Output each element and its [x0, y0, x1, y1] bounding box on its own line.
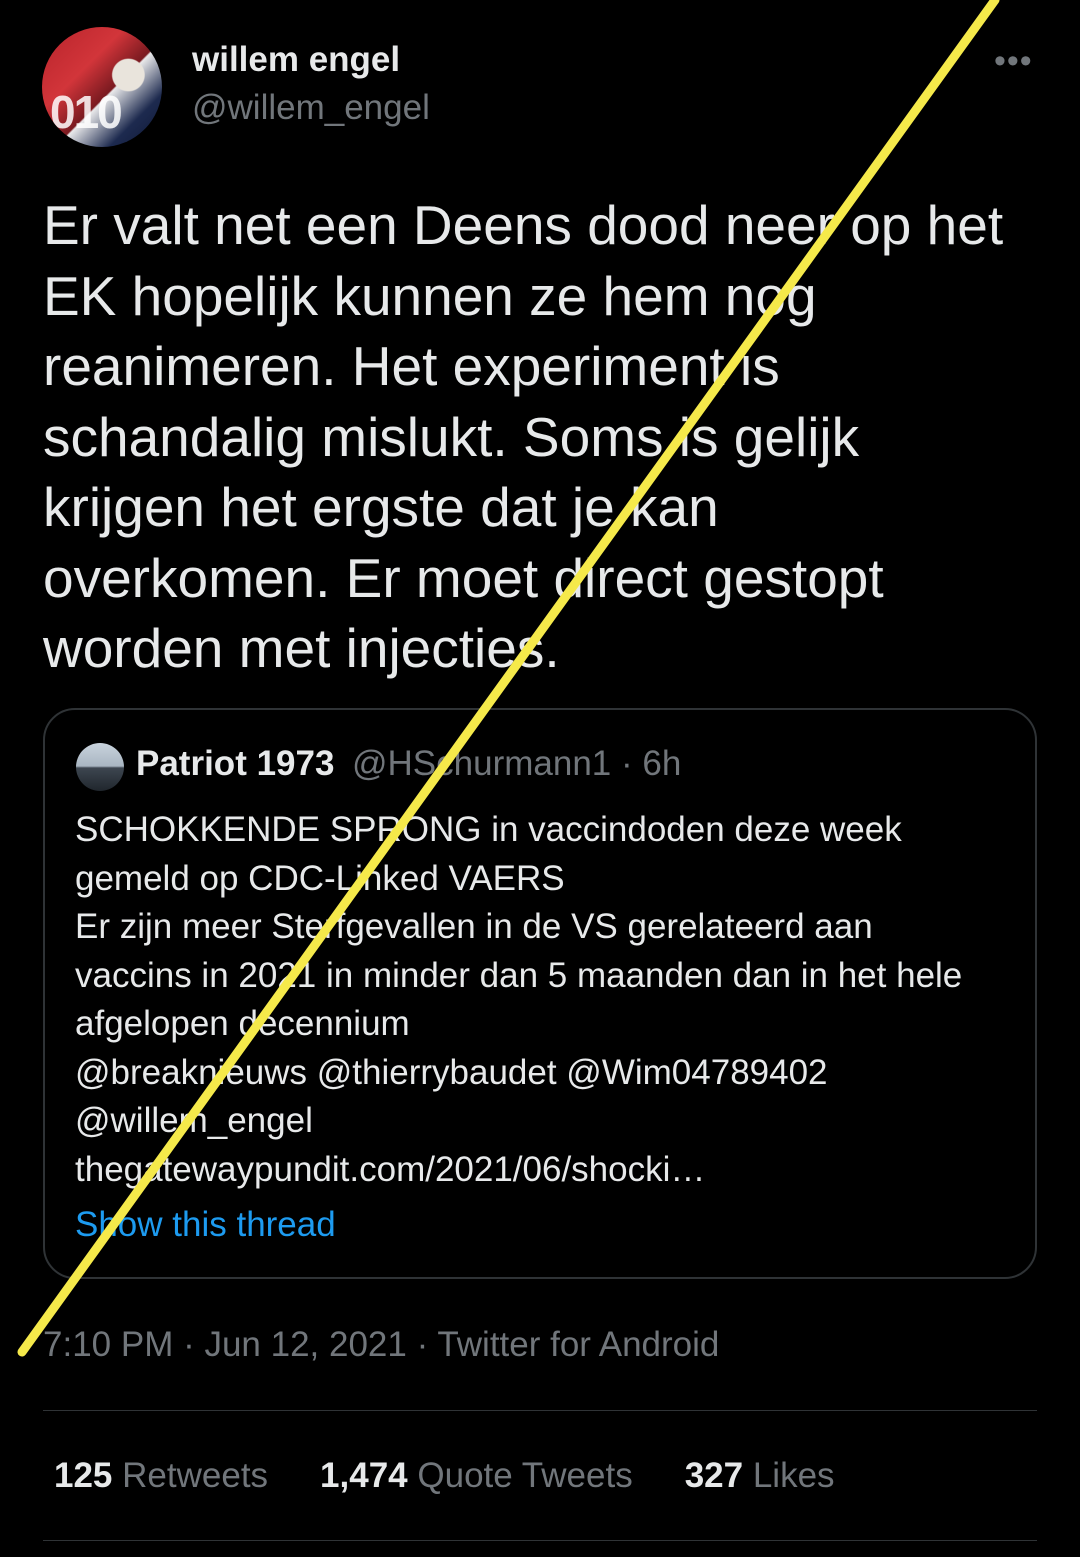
strike-through-line	[17, 0, 1000, 1357]
